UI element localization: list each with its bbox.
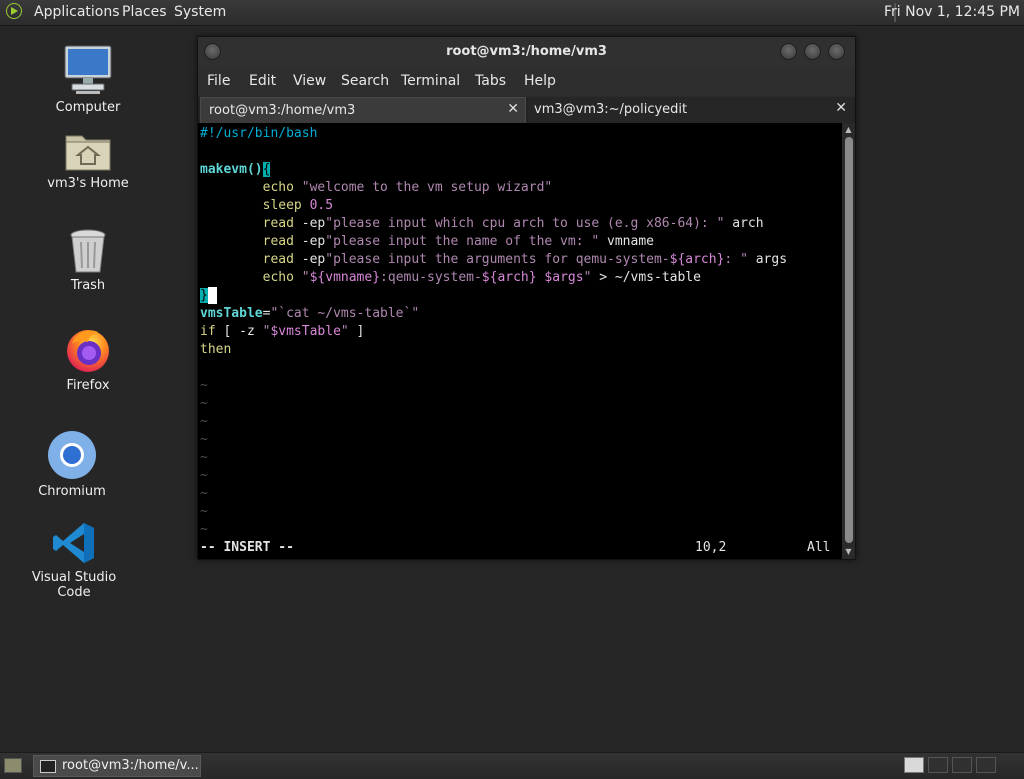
workspace-4-icon[interactable]	[976, 757, 996, 773]
taskbar-item-terminal[interactable]: root@vm3:/home/v...	[33, 755, 201, 777]
menu-help[interactable]: Help	[524, 73, 556, 89]
cursor-position: 10,2	[695, 540, 727, 555]
menu-places[interactable]: Places	[122, 4, 167, 20]
workspace-2-icon[interactable]	[928, 757, 948, 773]
workspace-3-icon[interactable]	[952, 757, 972, 773]
empty-line-marker: ~	[200, 396, 208, 411]
editor-line: vmsTable="`cat ~/vms-table`"	[200, 306, 420, 321]
tab-root[interactable]: root@vm3:/home/vm3 ✕	[200, 97, 526, 123]
editor-line: echo "${vmname}:qemu-system-${arch} $arg…	[262, 270, 701, 285]
menu-tabs[interactable]: Tabs	[475, 73, 506, 89]
desktop-icon-vscode[interactable]: Visual Studio Code	[14, 520, 134, 600]
editor-line: read -ep"please input which cpu arch to …	[262, 216, 764, 231]
tab-policyedit[interactable]: vm3@vm3:~/policyedit ✕	[528, 97, 853, 123]
editor-line: #!/usr/bin/bash	[200, 126, 318, 141]
close-button[interactable]	[828, 43, 845, 60]
show-desktop-icon[interactable]	[4, 758, 22, 773]
desktop-icon-label: vm3's Home	[47, 176, 129, 191]
menu-search[interactable]: Search	[341, 73, 389, 89]
close-icon[interactable]: ✕	[507, 101, 519, 117]
terminal-icon	[40, 760, 56, 773]
scroll-position: All	[807, 540, 831, 555]
empty-line-marker: ~	[200, 414, 208, 429]
window-title: root@vm3:/home/vm3	[446, 44, 607, 59]
text-cursor	[207, 287, 217, 304]
vscode-icon	[51, 520, 97, 566]
monitor-icon	[62, 44, 114, 96]
workspace-1-icon[interactable]	[904, 757, 924, 773]
desktop-icon-firefox[interactable]: Firefox	[28, 326, 148, 393]
editor-line: makevm(){	[200, 162, 271, 177]
desktop-icon-home[interactable]: vm3's Home	[28, 128, 148, 191]
close-icon[interactable]: ✕	[835, 100, 847, 116]
editor-line: sleep 0.5	[262, 198, 334, 213]
editor-line: read -ep"please input the name of the vm…	[262, 234, 654, 249]
chromium-icon	[47, 430, 97, 480]
editor-line: read -ep"please input the arguments for …	[262, 252, 788, 267]
scroll-up-icon[interactable]: ▲	[844, 125, 853, 134]
vim-mode-indicator: -- INSERT --	[200, 540, 294, 555]
desktop-icon-label: Computer	[55, 100, 121, 115]
gnome-foot-icon[interactable]	[6, 3, 22, 19]
menu-edit[interactable]: Edit	[249, 73, 276, 89]
menu-system[interactable]: System	[174, 4, 226, 20]
desktop-icon-computer[interactable]: Computer	[28, 44, 148, 115]
desktop-icon-label: Visual Studio Code	[31, 570, 117, 600]
bottom-panel: root@vm3:/home/v...	[0, 752, 1024, 779]
top-panel: Applications Places System Fri Nov 1, 12…	[0, 0, 1024, 26]
tab-label: vm3@vm3:~/policyedit	[534, 102, 688, 117]
firefox-icon	[64, 326, 112, 374]
menu-terminal[interactable]: Terminal	[401, 73, 460, 89]
maximize-button[interactable]	[804, 43, 821, 60]
editor-line: echo "welcome to the vm setup wizard"	[262, 180, 553, 195]
desktop-icon-chromium[interactable]: Chromium	[12, 430, 132, 499]
trash-icon	[68, 228, 108, 274]
empty-line-marker: ~	[200, 486, 208, 501]
terminal-window[interactable]: root@vm3:/home/vm3 File Edit View Search…	[197, 36, 856, 560]
empty-line-marker: ~	[200, 378, 208, 393]
tab-label: root@vm3:/home/vm3	[209, 103, 356, 118]
tab-bar: root@vm3:/home/vm3 ✕ vm3@vm3:~/policyedi…	[198, 97, 855, 123]
editor-line-cursor: }	[200, 287, 217, 305]
editor-line: then	[200, 342, 232, 357]
desktop-icon-trash[interactable]: Trash	[28, 228, 148, 293]
menu-file[interactable]: File	[207, 73, 230, 89]
minimize-button[interactable]	[780, 43, 797, 60]
window-titlebar[interactable]: root@vm3:/home/vm3	[198, 37, 855, 66]
empty-line-marker: ~	[200, 504, 208, 519]
desktop-icon-label: Trash	[70, 278, 106, 293]
empty-line-marker: ~	[200, 450, 208, 465]
home-folder-icon	[64, 128, 112, 172]
menubar: File Edit View Search Terminal Tabs Help	[198, 66, 855, 96]
scroll-down-icon[interactable]: ▼	[844, 547, 853, 556]
menu-applications[interactable]: Applications	[34, 4, 120, 20]
empty-line-marker: ~	[200, 522, 208, 537]
desktop-icon-label: Chromium	[38, 484, 106, 499]
empty-line-marker: ~	[200, 468, 208, 483]
menu-view[interactable]: View	[293, 73, 326, 89]
scroll-thumb[interactable]	[845, 137, 853, 543]
terminal-content[interactable]: #!/usr/bin/bash makevm(){ echo "welcome …	[198, 123, 842, 559]
desktop-icon-label: Firefox	[66, 378, 110, 393]
empty-line-marker: ~	[200, 432, 208, 447]
editor-line: if [ -z "$vmsTable" ]	[200, 324, 365, 339]
taskbar-item-label: root@vm3:/home/v...	[62, 758, 199, 773]
clock[interactable]: Fri Nov 1, 12:45 PM	[884, 4, 1020, 20]
terminal-scrollbar[interactable]: ▲ ▼	[842, 123, 855, 559]
